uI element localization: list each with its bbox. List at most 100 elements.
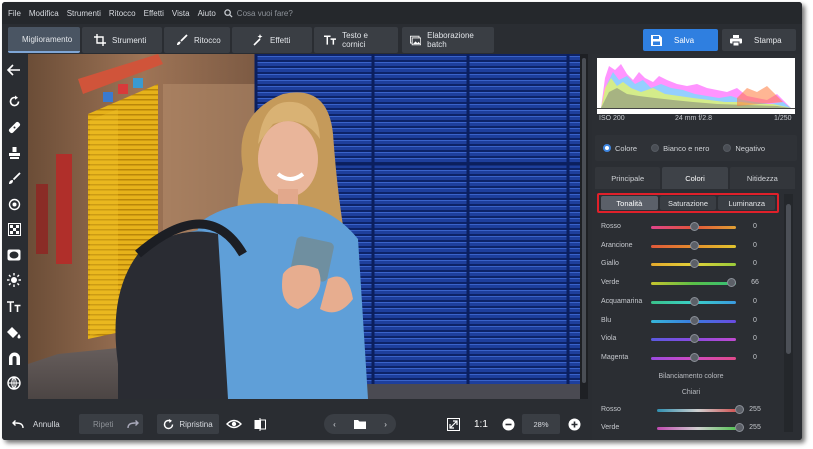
save-button[interactable]: Salva xyxy=(643,29,718,51)
print-button[interactable]: Stampa xyxy=(722,29,796,51)
magnet-icon[interactable] xyxy=(6,350,22,366)
fit-screen-icon[interactable] xyxy=(447,414,460,434)
slider-track[interactable] xyxy=(657,427,739,430)
slider-label: Magenta xyxy=(601,353,629,361)
tab-label: Miglioramento xyxy=(22,34,73,44)
tab-label: Testo e cornici xyxy=(342,31,368,49)
zoom-out-icon[interactable] xyxy=(502,414,515,434)
text-icon xyxy=(324,35,337,45)
tab-colori[interactable]: Colori xyxy=(662,167,728,189)
menu-effetti[interactable]: Effetti xyxy=(144,9,164,18)
slider-value: 66 xyxy=(751,279,759,287)
slider-thumb[interactable] xyxy=(689,222,699,231)
slider-thumb[interactable] xyxy=(689,240,699,250)
slider-giallo: Giallo 0 xyxy=(599,257,783,271)
scroll-thumb[interactable] xyxy=(582,58,586,383)
rotate-icon[interactable] xyxy=(6,93,22,109)
reset-button[interactable]: Ripristina xyxy=(157,414,219,434)
radio-bianco-nero[interactable]: Bianco e nero xyxy=(651,144,709,153)
slider-thumb[interactable] xyxy=(726,278,736,288)
slider-label: Viola xyxy=(601,335,617,343)
slider-thumb[interactable] xyxy=(689,259,699,269)
text-size-icon[interactable] xyxy=(6,298,22,314)
print-label: Stampa xyxy=(754,35,782,45)
tab-principale[interactable]: Principale xyxy=(595,167,661,189)
radio-label: Negativo xyxy=(735,143,765,153)
gradient-icon[interactable] xyxy=(6,221,22,237)
radio-colore[interactable]: Colore xyxy=(603,144,637,153)
next-image-icon[interactable]: › xyxy=(384,420,387,429)
folder-icon[interactable] xyxy=(354,419,366,429)
slider-thumb[interactable] xyxy=(689,334,699,344)
slider-thumb[interactable] xyxy=(735,405,744,414)
slider-label: Verde xyxy=(601,279,620,287)
prev-image-icon[interactable]: ‹ xyxy=(333,420,336,429)
reset-label: Ripristina xyxy=(179,419,213,429)
fill-bucket-icon[interactable] xyxy=(6,324,22,340)
zoom-1-1-button[interactable]: 1:1 xyxy=(474,414,488,434)
hue-sat-lum-tabs: Tonalità Saturazione Luminanza xyxy=(597,193,779,213)
tab-nitidezza[interactable]: Nitidezza xyxy=(729,167,795,189)
radio-dot xyxy=(723,144,732,152)
menu-file[interactable]: File xyxy=(8,9,21,18)
subtab-saturazione[interactable]: Saturazione xyxy=(659,196,717,210)
menu-vista[interactable]: Vista xyxy=(172,9,190,18)
slider-thumb[interactable] xyxy=(689,315,699,325)
tab-miglioramento[interactable]: Miglioramento xyxy=(8,27,80,53)
batch-label: Elaborazione batch xyxy=(427,31,474,49)
menu-ritocco[interactable]: Ritocco xyxy=(109,9,136,18)
subtab-luminanza[interactable]: Luminanza xyxy=(718,196,776,210)
slider-thumb[interactable] xyxy=(735,423,744,432)
menu-aiuto[interactable]: Aiuto xyxy=(198,9,216,18)
compare-icon[interactable] xyxy=(254,414,266,434)
batch-processing-button[interactable]: Elaborazione batch xyxy=(402,27,494,53)
search-placeholder: Cosa vuoi fare? xyxy=(236,8,293,18)
slider-thumb[interactable] xyxy=(689,296,699,306)
slider-value: 0 xyxy=(753,353,757,361)
slider-track[interactable] xyxy=(657,409,739,412)
slider-value: 0 xyxy=(753,297,757,305)
reset-icon xyxy=(164,418,174,429)
canvas-scrollbar[interactable] xyxy=(580,54,588,399)
scroll-thumb[interactable] xyxy=(786,204,791,354)
brush-icon[interactable] xyxy=(6,170,22,186)
radio-negativo[interactable]: Negativo xyxy=(723,144,765,153)
bandage-icon[interactable] xyxy=(6,119,22,135)
zoom-in-icon[interactable] xyxy=(568,414,581,434)
slider-acquamarina: Acquamarina 0 xyxy=(599,295,783,309)
images-icon xyxy=(410,35,422,45)
slider-track[interactable] xyxy=(651,282,736,286)
zoom-level[interactable]: 28% xyxy=(522,414,560,434)
sun-icon[interactable] xyxy=(6,272,22,288)
menu-modifica[interactable]: Modifica xyxy=(29,9,59,18)
tab-testo-cornici[interactable]: Testo e cornici xyxy=(314,27,398,53)
tab-label: Ritocco xyxy=(194,35,221,45)
slider-value: 0 xyxy=(753,260,757,268)
vignette-icon[interactable] xyxy=(6,247,22,263)
panel-scrollbar[interactable] xyxy=(784,194,793,432)
menu-strumenti[interactable]: Strumenti xyxy=(67,9,101,18)
slider-thumb[interactable] xyxy=(689,352,699,362)
tab-ritocco[interactable]: Ritocco xyxy=(164,27,230,53)
undo-button[interactable]: Annulla xyxy=(12,414,60,434)
slider-value: 255 xyxy=(749,424,761,431)
lens-readout: 24 mm f/2.8 xyxy=(675,115,712,122)
tab-label: Strumenti xyxy=(112,35,147,45)
eye-icon[interactable] xyxy=(226,414,242,434)
slider-label: Verde xyxy=(601,424,620,431)
search-box[interactable]: Cosa vuoi fare? xyxy=(224,9,293,18)
photo-canvas[interactable] xyxy=(28,54,588,399)
undo-label: Annulla xyxy=(33,419,60,429)
back-arrow-icon[interactable] xyxy=(6,62,22,78)
globe-icon[interactable] xyxy=(6,375,22,391)
focus-icon[interactable] xyxy=(6,196,22,212)
slider-label: Rosso xyxy=(601,223,621,230)
stamp-icon[interactable] xyxy=(6,145,22,161)
subtab-tonalita[interactable]: Tonalità xyxy=(601,196,658,210)
color-mode-group: Colore Bianco e nero Negativo xyxy=(595,135,797,161)
tab-effetti[interactable]: Effetti xyxy=(232,27,312,53)
tab-strumenti[interactable]: Strumenti xyxy=(82,27,162,53)
redo-button[interactable]: Ripeti xyxy=(79,414,143,434)
radio-label: Colore xyxy=(615,143,638,153)
slider-label: Rosso xyxy=(601,406,621,413)
